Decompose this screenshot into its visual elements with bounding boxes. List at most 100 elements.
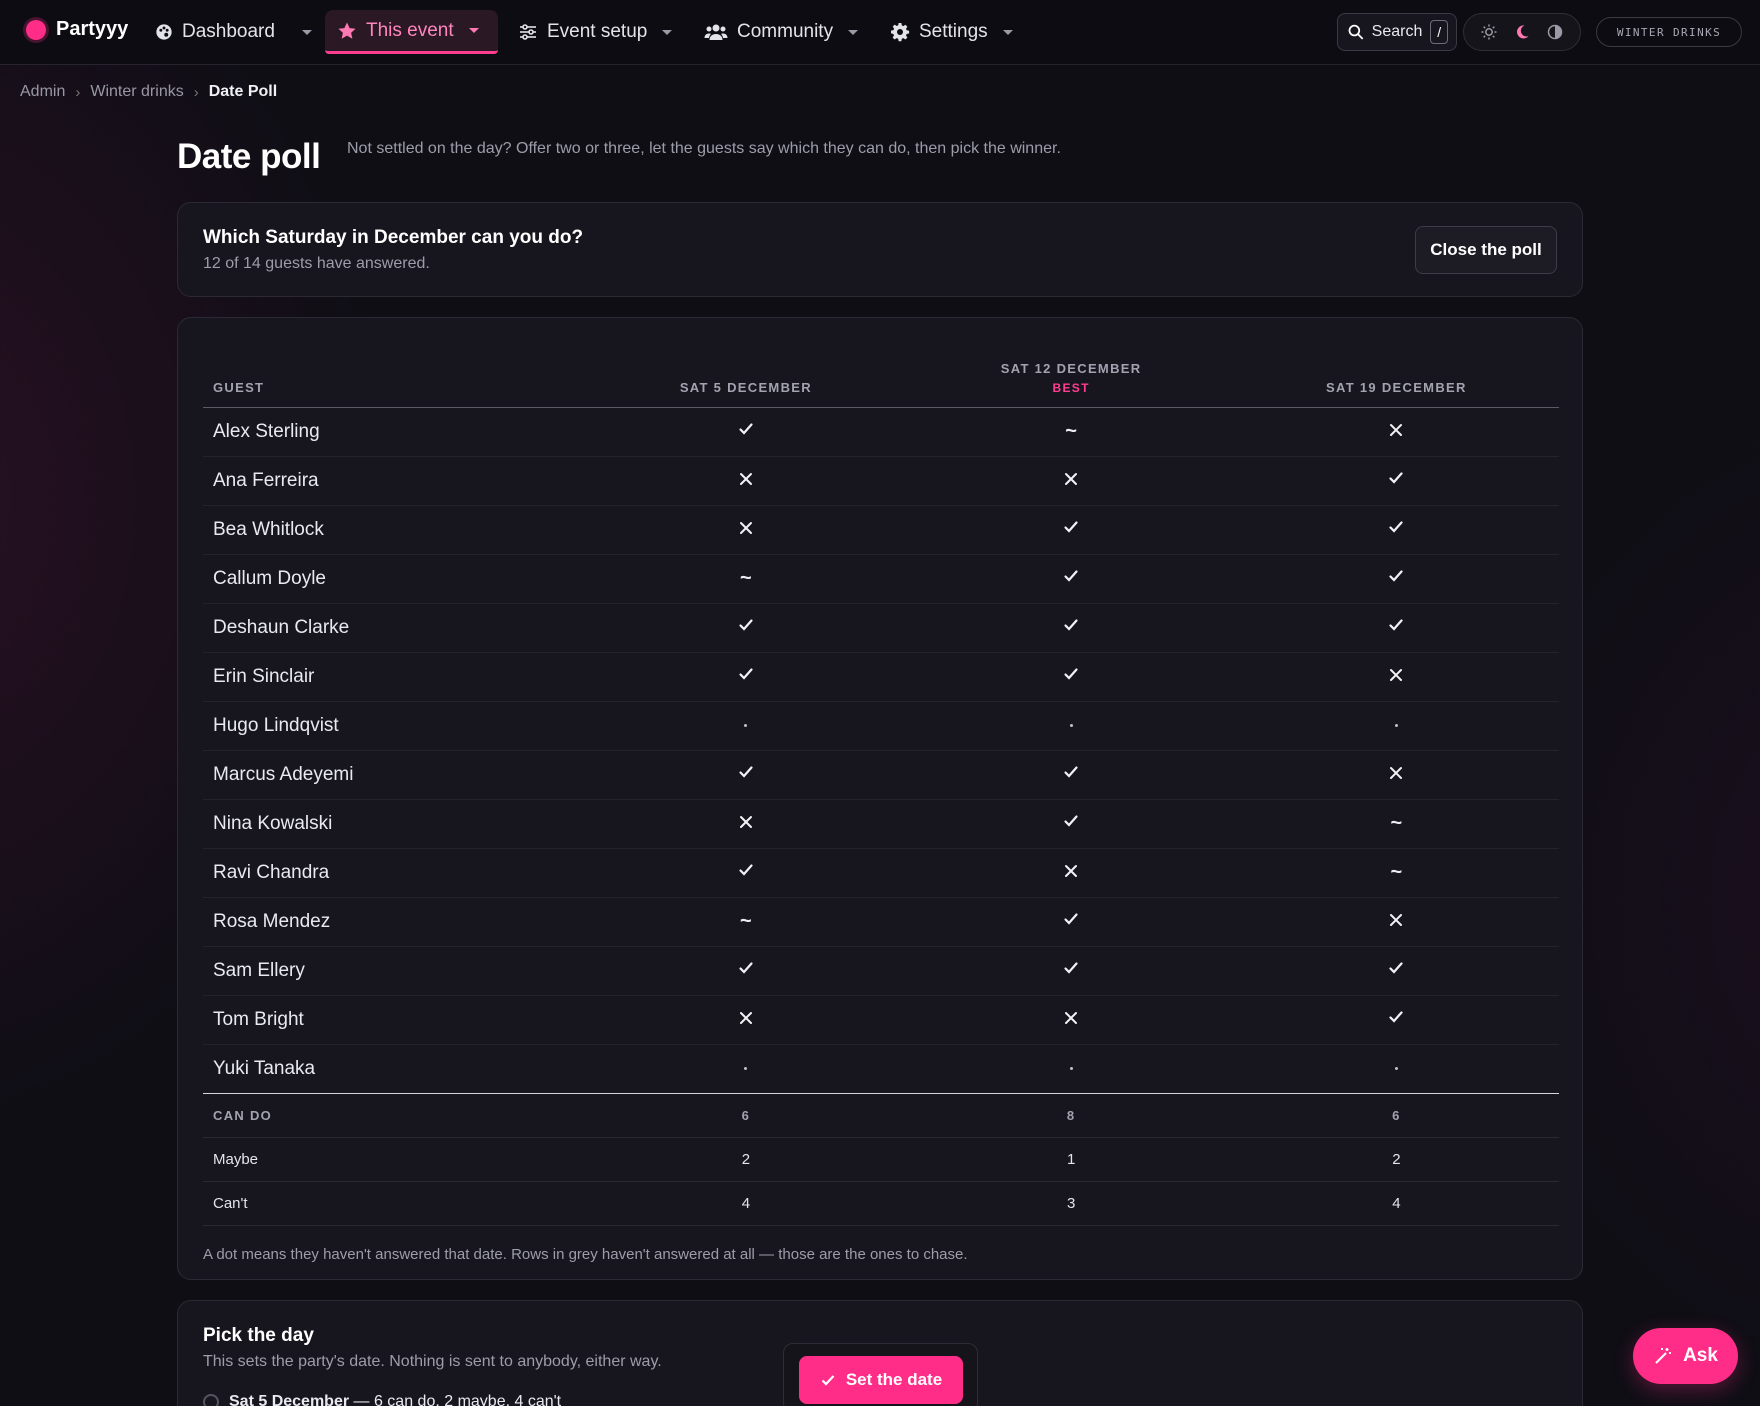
totals-value: 6: [1233, 1093, 1559, 1138]
search-label: Search: [1371, 23, 1423, 40]
date-column-label: SAT 12 DECEMBER: [1000, 360, 1142, 376]
cross-icon: [739, 521, 752, 534]
nav-community-label: Community: [737, 21, 834, 42]
availability-cell-maybe: ~: [1233, 799, 1559, 849]
check-icon: [1389, 520, 1403, 533]
date-column-header: SAT 19 DECEMBER: [1233, 352, 1559, 408]
breadcrumb-event[interactable]: Winter drinks: [90, 83, 183, 101]
close-poll-button[interactable]: Close the poll: [1415, 226, 1557, 274]
guest-name: Bea Whitlock: [203, 505, 584, 555]
cross-icon: [1390, 668, 1403, 681]
cross-icon: [1390, 913, 1403, 926]
availability-cell-none: [1233, 701, 1559, 751]
availability-cell-yes: [1233, 995, 1559, 1045]
date-option-label: Sat 5 December — 6 can do, 2 maybe, 4 ca…: [229, 1393, 561, 1406]
moon-icon[interactable]: [1514, 24, 1530, 40]
totals-value: 6: [583, 1093, 909, 1138]
check-icon: [739, 618, 753, 631]
availability-cell-none: [1233, 1044, 1559, 1094]
table-row: Ana Ferreira: [203, 456, 1559, 506]
check-icon: [1064, 814, 1078, 827]
check-icon: [1064, 765, 1078, 778]
availability-cell-yes: [583, 407, 909, 457]
availability-cell-yes: [583, 652, 909, 702]
nav-settings-label: Settings: [919, 21, 988, 42]
availability-cell-maybe: ~: [1233, 848, 1559, 898]
availability-cell-yes: [908, 652, 1234, 702]
no-answer-dot-icon: [744, 723, 748, 727]
availability-cell-yes: [1233, 946, 1559, 996]
ask-assistant-button[interactable]: Ask: [1633, 1328, 1738, 1384]
table-header-row: GUEST SAT 5 DECEMBER SAT 12 DECEMBER BES…: [203, 352, 1559, 408]
cross-icon: [1065, 472, 1078, 485]
availability-cell-yes: [908, 603, 1234, 653]
guest-name: Nina Kowalski: [203, 799, 584, 849]
availability-cell-no: [1233, 897, 1559, 947]
search-button[interactable]: Search /: [1337, 13, 1457, 51]
availability-cell-yes: [583, 750, 909, 800]
check-icon: [739, 422, 753, 435]
page-subtitle: Not settled on the day? Offer two or thr…: [347, 140, 1061, 157]
date-column-label: SAT 5 DECEMBER: [679, 379, 812, 395]
cross-icon: [1065, 864, 1078, 877]
availability-cell-none: [908, 701, 1234, 751]
availability-cell-yes: [908, 799, 1234, 849]
nav-settings[interactable]: Settings: [878, 10, 1025, 54]
table-row: Bea Whitlock: [203, 505, 1559, 555]
sun-icon[interactable]: [1481, 24, 1497, 40]
availability-cell-no: [908, 848, 1234, 898]
cross-icon: [1390, 766, 1403, 779]
availability-cell-yes: [908, 750, 1234, 800]
magic-wand-icon: [1655, 1348, 1672, 1364]
guest-column-header: GUEST: [203, 352, 584, 408]
guest-name: Marcus Adeyemi: [203, 750, 584, 800]
chevron-down-icon: [1002, 29, 1013, 35]
no-answer-dot-icon: [1069, 1066, 1073, 1070]
cross-icon: [739, 815, 752, 828]
totals-row: CAN DO 6 8 6: [203, 1093, 1559, 1138]
check-icon: [1064, 618, 1078, 631]
chevron-down-icon: [468, 28, 479, 33]
table-row: Callum Doyle ~: [203, 554, 1559, 604]
date-option[interactable]: Sat 5 December — 6 can do, 2 maybe, 4 ca…: [203, 1393, 561, 1406]
check-icon: [739, 863, 753, 876]
nav-dashboard-label: Dashboard: [182, 21, 275, 42]
brand[interactable]: Partyyy: [26, 18, 128, 41]
maybe-icon: ~: [740, 566, 752, 589]
breadcrumb: Admin › Winter drinks › Date Poll: [20, 83, 277, 101]
check-icon: [1389, 471, 1403, 484]
availability-cell-no: [908, 995, 1234, 1045]
guest-name: Yuki Tanaka: [203, 1044, 584, 1094]
check-icon: [1064, 912, 1078, 925]
palette-icon: [156, 24, 172, 40]
guest-name: Erin Sinclair: [203, 652, 584, 702]
date-column-header: SAT 12 DECEMBER BEST: [908, 352, 1234, 408]
availability-cell-no: [1233, 652, 1559, 702]
contrast-icon[interactable]: [1547, 24, 1563, 40]
set-date-panel: Set the date: [783, 1343, 978, 1406]
totals-label: Can't: [203, 1181, 584, 1226]
poll-summary-card: Which Saturday in December can you do? 1…: [177, 202, 1583, 297]
availability-cell-none: [583, 1044, 909, 1094]
nav-this-event[interactable]: This event: [325, 10, 498, 54]
total-rows: CAN DO 6 8 6 Maybe 2 1 2 Can't 4 3 4: [203, 1093, 1559, 1226]
cross-icon: [1065, 1011, 1078, 1024]
table-row: Alex Sterling ~: [203, 407, 1559, 457]
availability-cell-no: [583, 456, 909, 506]
nav-event-setup[interactable]: Event setup: [506, 10, 684, 54]
date-option-radio[interactable]: [203, 1394, 219, 1406]
current-event-chip[interactable]: WINTER DRINKS: [1596, 17, 1742, 47]
check-icon: [739, 961, 753, 974]
nav-dashboard[interactable]: Dashboard: [143, 10, 324, 54]
breadcrumb-admin[interactable]: Admin: [20, 83, 65, 101]
table-row: Sam Ellery: [203, 946, 1559, 996]
availability-cell-none: [908, 1044, 1234, 1094]
users-icon: [704, 24, 728, 40]
availability-cell-none: [583, 701, 909, 751]
guest-name: Rosa Mendez: [203, 897, 584, 947]
nav-community[interactable]: Community: [692, 10, 870, 54]
cross-icon: [739, 472, 752, 485]
set-date-button[interactable]: Set the date: [799, 1356, 963, 1404]
pick-day-card: Pick the day This sets the party's date.…: [177, 1300, 1583, 1406]
guest-name: Sam Ellery: [203, 946, 584, 996]
